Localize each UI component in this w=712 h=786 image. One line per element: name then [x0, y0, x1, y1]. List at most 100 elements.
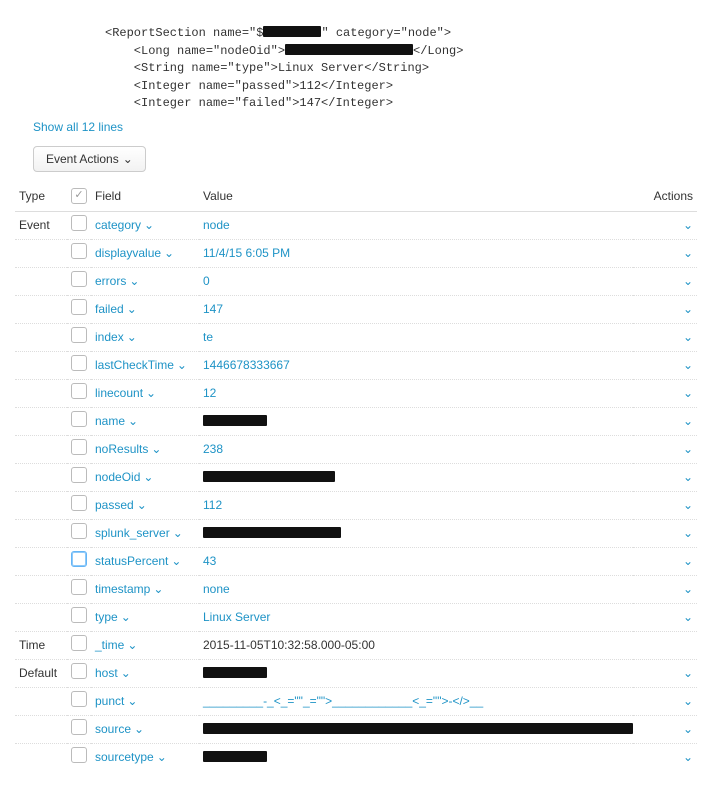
checkbox-cell[interactable]	[67, 212, 91, 240]
field-cell[interactable]: noResults⌄	[91, 436, 199, 464]
field-name[interactable]: passed	[95, 498, 134, 512]
row-checkbox[interactable]	[71, 383, 87, 399]
field-cell[interactable]: errors⌄	[91, 268, 199, 296]
field-name[interactable]: splunk_server	[95, 526, 170, 540]
field-name[interactable]: timestamp	[95, 582, 150, 596]
checkbox-cell[interactable]	[67, 324, 91, 352]
checkbox-all[interactable]	[71, 188, 87, 204]
value-cell[interactable]: te	[199, 324, 633, 352]
checkbox-cell[interactable]	[67, 744, 91, 772]
field-name[interactable]: _time	[95, 638, 124, 652]
checkbox-cell[interactable]	[67, 296, 91, 324]
actions-cell[interactable]: ⌄	[633, 240, 697, 268]
field-cell[interactable]: displayvalue⌄	[91, 240, 199, 268]
value-cell[interactable]: 147	[199, 296, 633, 324]
field-cell[interactable]: timestamp⌄	[91, 576, 199, 604]
field-name[interactable]: lastCheckTime	[95, 358, 174, 372]
field-name[interactable]: sourcetype	[95, 750, 154, 764]
actions-cell[interactable]: ⌄	[633, 464, 697, 492]
row-checkbox[interactable]	[71, 579, 87, 595]
actions-cell[interactable]: ⌄	[633, 548, 697, 576]
chevron-down-icon[interactable]: ⌄	[683, 693, 693, 710]
field-name[interactable]: type	[95, 610, 118, 624]
row-checkbox[interactable]	[71, 607, 87, 623]
value-cell[interactable]: 1446678333667	[199, 352, 633, 380]
actions-cell[interactable]: ⌄	[633, 492, 697, 520]
chevron-down-icon[interactable]: ⌄	[683, 469, 693, 486]
actions-cell[interactable]: ⌄	[633, 268, 697, 296]
row-checkbox[interactable]	[71, 411, 87, 427]
field-cell[interactable]: linecount⌄	[91, 380, 199, 408]
chevron-down-icon[interactable]: ⌄	[683, 721, 693, 738]
row-checkbox[interactable]	[71, 243, 87, 259]
field-name[interactable]: noResults	[95, 442, 148, 456]
checkbox-cell[interactable]	[67, 380, 91, 408]
checkbox-cell[interactable]	[67, 716, 91, 744]
chevron-down-icon[interactable]: ⌄	[683, 553, 693, 570]
chevron-down-icon[interactable]: ⌄	[683, 749, 693, 766]
actions-cell[interactable]: ⌄	[633, 716, 697, 744]
field-name[interactable]: errors	[95, 274, 126, 288]
checkbox-cell[interactable]	[67, 688, 91, 716]
header-select-all[interactable]	[67, 182, 91, 212]
value-cell[interactable]: 43	[199, 548, 633, 576]
actions-cell[interactable]: ⌄	[633, 380, 697, 408]
show-all-lines-link[interactable]: Show all 12 lines	[33, 120, 123, 134]
row-checkbox[interactable]	[71, 495, 87, 511]
row-checkbox[interactable]	[71, 355, 87, 371]
field-name[interactable]: punct	[95, 694, 124, 708]
field-name[interactable]: source	[95, 722, 131, 736]
chevron-down-icon[interactable]: ⌄	[683, 441, 693, 458]
event-actions-button[interactable]: Event Actions⌄	[33, 146, 146, 172]
row-checkbox[interactable]	[71, 663, 87, 679]
actions-cell[interactable]: ⌄	[633, 576, 697, 604]
field-cell[interactable]: host⌄	[91, 660, 199, 688]
value-cell[interactable]: 11/4/15 6:05 PM	[199, 240, 633, 268]
value-cell[interactable]: none	[199, 576, 633, 604]
chevron-down-icon[interactable]: ⌄	[683, 217, 693, 234]
actions-cell[interactable]: ⌄	[633, 688, 697, 716]
checkbox-cell[interactable]	[67, 576, 91, 604]
value-cell[interactable]: 0	[199, 268, 633, 296]
field-cell[interactable]: punct⌄	[91, 688, 199, 716]
actions-cell[interactable]: ⌄	[633, 520, 697, 548]
field-cell[interactable]: index⌄	[91, 324, 199, 352]
field-cell[interactable]: lastCheckTime⌄	[91, 352, 199, 380]
value-cell[interactable]	[199, 408, 633, 436]
value-cell[interactable]	[199, 744, 633, 772]
checkbox-cell[interactable]	[67, 604, 91, 632]
row-checkbox[interactable]	[71, 635, 87, 651]
checkbox-cell[interactable]	[67, 240, 91, 268]
row-checkbox[interactable]	[71, 299, 87, 315]
actions-cell[interactable]: ⌄	[633, 408, 697, 436]
row-checkbox[interactable]	[71, 719, 87, 735]
chevron-down-icon[interactable]: ⌄	[683, 385, 693, 402]
value-cell[interactable]	[199, 520, 633, 548]
field-cell[interactable]: type⌄	[91, 604, 199, 632]
value-cell[interactable]: 238	[199, 436, 633, 464]
checkbox-cell[interactable]	[67, 268, 91, 296]
value-cell[interactable]: _________-_<_=""_="">____________<_="">-…	[199, 688, 633, 716]
value-cell[interactable]	[199, 464, 633, 492]
field-cell[interactable]: source⌄	[91, 716, 199, 744]
checkbox-cell[interactable]	[67, 352, 91, 380]
row-checkbox[interactable]	[71, 271, 87, 287]
field-name[interactable]: linecount	[95, 386, 143, 400]
row-checkbox[interactable]	[71, 467, 87, 483]
actions-cell[interactable]: ⌄	[633, 660, 697, 688]
checkbox-cell[interactable]	[67, 660, 91, 688]
field-name[interactable]: failed	[95, 302, 124, 316]
chevron-down-icon[interactable]: ⌄	[683, 357, 693, 374]
chevron-down-icon[interactable]: ⌄	[683, 413, 693, 430]
checkbox-cell[interactable]	[67, 548, 91, 576]
chevron-down-icon[interactable]: ⌄	[683, 581, 693, 598]
field-name[interactable]: host	[95, 666, 118, 680]
value-cell[interactable]: Linux Server	[199, 604, 633, 632]
field-name[interactable]: name	[95, 414, 125, 428]
actions-cell[interactable]: ⌄	[633, 744, 697, 772]
chevron-down-icon[interactable]: ⌄	[683, 665, 693, 682]
actions-cell[interactable]: ⌄	[633, 324, 697, 352]
chevron-down-icon[interactable]: ⌄	[683, 609, 693, 626]
field-cell[interactable]: category⌄	[91, 212, 199, 240]
field-name[interactable]: statusPercent	[95, 554, 168, 568]
